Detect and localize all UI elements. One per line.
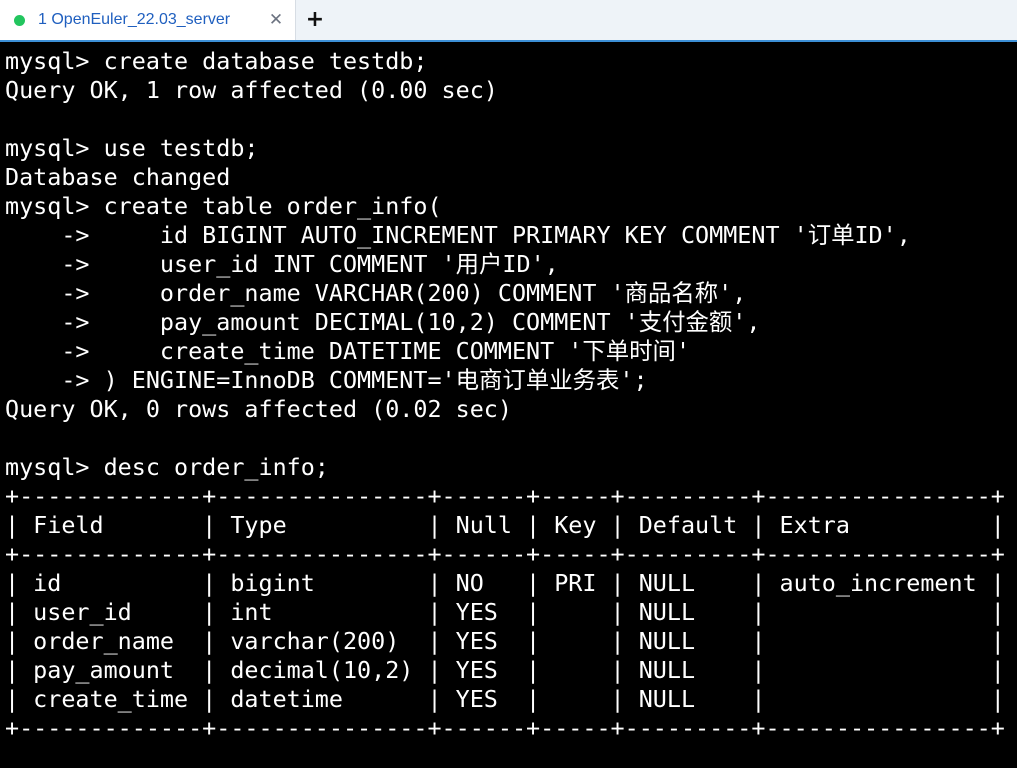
session-tab-title[interactable]: 1 OpenEuler_22.03_server xyxy=(38,11,230,29)
close-icon[interactable]: ✕ xyxy=(266,9,286,31)
table-row: | pay_amount | decimal(10,2) | YES | | N… xyxy=(5,656,1005,684)
terminal-line: mysql> create database testdb; xyxy=(5,47,428,75)
terminal-line: Query OK, 0 rows affected (0.02 sec) xyxy=(5,395,512,423)
table-row: | id | bigint | NO | PRI | NULL | auto_i… xyxy=(5,569,1005,597)
table-border: +-------------+---------------+------+--… xyxy=(5,482,1005,510)
terminal-line: -> ) ENGINE=InnoDB COMMENT='电商订单业务表'; xyxy=(5,366,648,394)
terminal-line: -> create_time DATETIME COMMENT '下单时间' xyxy=(5,337,691,365)
table-border: +-------------+---------------+------+--… xyxy=(5,540,1005,568)
session-tab[interactable]: 1 OpenEuler_22.03_server ✕ xyxy=(0,0,296,40)
terminal-line: -> user_id INT COMMENT '用户ID', xyxy=(5,250,559,278)
terminal-line: mysql> use testdb; xyxy=(5,134,259,162)
terminal-line: mysql> desc order_info; xyxy=(5,453,329,481)
terminal-line: -> order_name VARCHAR(200) COMMENT '商品名称… xyxy=(5,279,747,307)
terminal-line: mysql> create table order_info( xyxy=(5,192,442,220)
table-row: | order_name | varchar(200) | YES | | NU… xyxy=(5,627,1005,655)
terminal-line: -> id BIGINT AUTO_INCREMENT PRIMARY KEY … xyxy=(5,221,911,249)
terminal-line: -> pay_amount DECIMAL(10,2) COMMENT '支付金… xyxy=(5,308,761,336)
terminal-line: Database changed xyxy=(5,163,231,191)
new-tab-button[interactable]: + xyxy=(302,6,328,34)
terminal-line: Query OK, 1 row affected (0.00 sec) xyxy=(5,76,498,104)
table-border: +-------------+---------------+------+--… xyxy=(5,714,1005,742)
terminal-output[interactable]: mysql> create database testdb; Query OK,… xyxy=(0,44,1017,768)
table-header: | Field | Type | Null | Key | Default | … xyxy=(5,511,1005,539)
table-row: | create_time | datetime | YES | | NULL … xyxy=(5,685,1005,713)
table-row: | user_id | int | YES | | NULL | | xyxy=(5,598,1005,626)
tab-bar: 1 OpenEuler_22.03_server ✕ + xyxy=(0,0,1017,42)
connection-status-icon xyxy=(14,15,25,26)
